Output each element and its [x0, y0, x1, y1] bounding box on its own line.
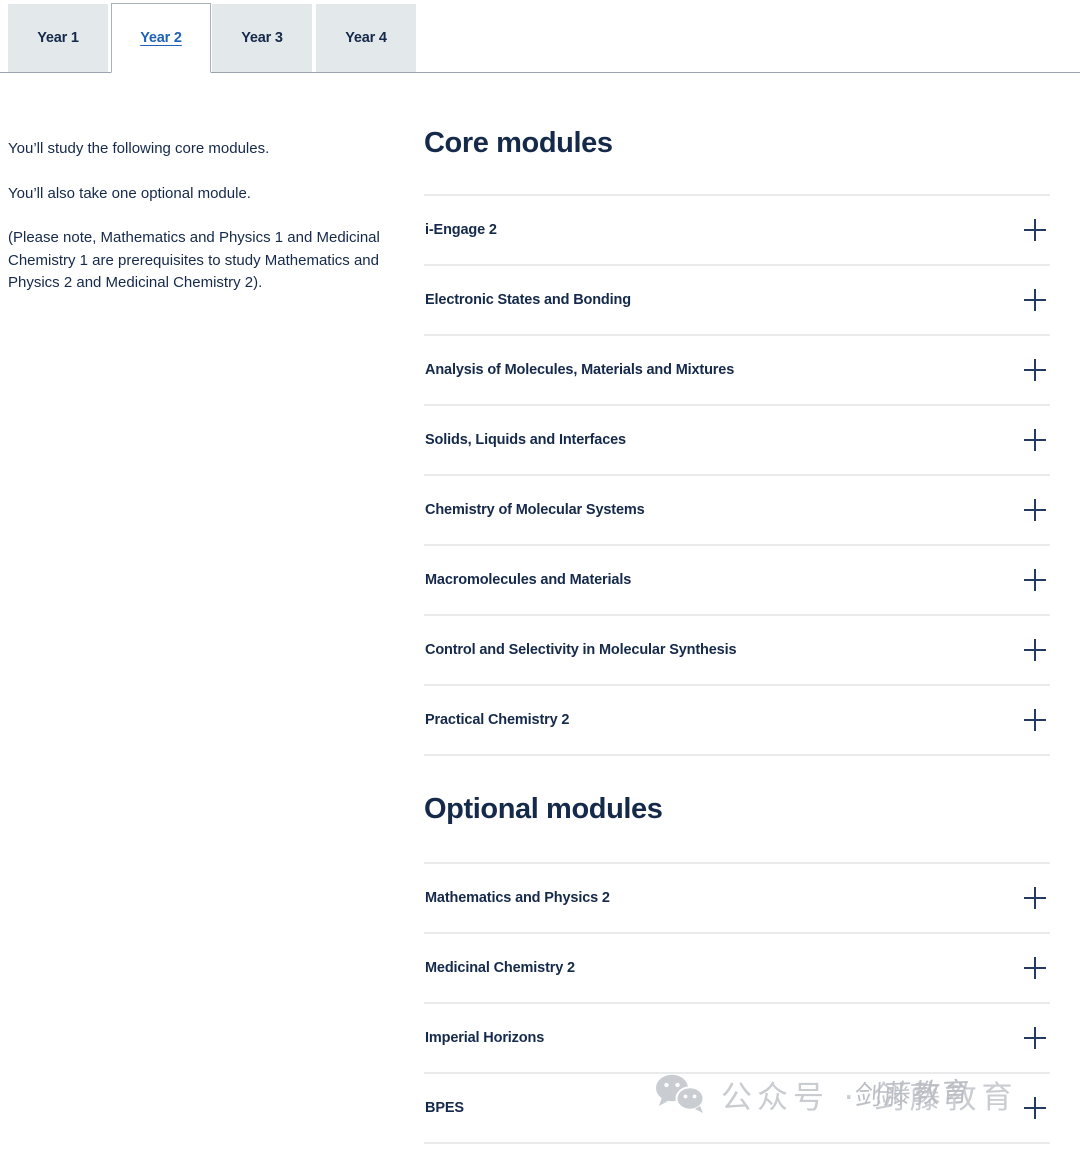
plus-icon[interactable]	[1024, 219, 1046, 241]
module-row-bpes[interactable]: BPES	[424, 1074, 1050, 1144]
module-row-control-and-selectivity-in-molecular-synthesis[interactable]: Control and Selectivity in Molecular Syn…	[424, 616, 1050, 686]
module-row-electronic-states-and-bonding[interactable]: Electronic States and Bonding	[424, 266, 1050, 336]
plus-icon[interactable]	[1024, 429, 1046, 451]
module-row-imperial-horizons[interactable]: Imperial Horizons	[424, 1004, 1050, 1074]
module-title: Analysis of Molecules, Materials and Mix…	[425, 362, 735, 378]
year-tab-bar: Year 1 Year 2 Year 3 Year 4	[0, 0, 1080, 74]
module-row-macromolecules-and-materials[interactable]: Macromolecules and Materials	[424, 546, 1050, 616]
module-title: Mathematics and Physics 2	[425, 890, 610, 906]
tab-year-2-label: Year 2	[140, 30, 182, 46]
plus-icon[interactable]	[1024, 887, 1046, 909]
module-title: Chemistry of Molecular Systems	[425, 502, 645, 518]
intro-paragraph-1: You’ll study the following core modules.	[8, 140, 270, 157]
tab-year-4[interactable]: Year 4	[316, 4, 416, 72]
module-title: Macromolecules and Materials	[425, 572, 632, 588]
tab-year-3-label: Year 3	[241, 30, 283, 46]
tab-year-2[interactable]: Year 2	[111, 3, 211, 73]
module-title: Practical Chemistry 2	[425, 712, 570, 728]
module-row-i-engage-2[interactable]: i-Engage 2	[424, 196, 1050, 266]
module-row-analysis-of-molecules-materials-and-mixtures[interactable]: Analysis of Molecules, Materials and Mix…	[424, 336, 1050, 406]
plus-icon[interactable]	[1024, 639, 1046, 661]
module-title: Imperial Horizons	[425, 1030, 545, 1046]
plus-icon[interactable]	[1024, 1027, 1046, 1049]
plus-icon[interactable]	[1024, 289, 1046, 311]
module-row-medicinal-chemistry-2[interactable]: Medicinal Chemistry 2	[424, 934, 1050, 1004]
tab-year-4-label: Year 4	[345, 30, 387, 46]
plus-icon[interactable]	[1024, 957, 1046, 979]
module-title: Solids, Liquids and Interfaces	[425, 432, 626, 448]
intro-paragraph-2: You’ll also take one optional module.	[8, 184, 251, 202]
module-row-chemistry-of-molecular-systems[interactable]: Chemistry of Molecular Systems	[424, 476, 1050, 546]
plus-icon[interactable]	[1024, 709, 1046, 731]
module-title: i-Engage 2	[425, 222, 497, 238]
plus-icon[interactable]	[1024, 1097, 1046, 1119]
tab-year-3[interactable]: Year 3	[212, 4, 312, 72]
intro-paragraph-3: (Please note, Mathematics and Physics 1 …	[8, 229, 380, 291]
plus-icon[interactable]	[1024, 359, 1046, 381]
module-row-mathematics-and-physics-2[interactable]: Mathematics and Physics 2	[424, 864, 1050, 934]
core-modules-heading: Core modules	[424, 127, 613, 159]
intro-text-column: You’ll study the following core modules.…	[8, 138, 386, 295]
modules-column: Core modules i-Engage 2 Electronic State…	[424, 126, 1050, 1144]
optional-modules-heading: Optional modules	[424, 793, 663, 825]
module-title: Medicinal Chemistry 2	[425, 960, 575, 976]
module-title: Electronic States and Bonding	[425, 292, 631, 308]
module-title: BPES	[425, 1100, 464, 1116]
core-modules-accordion: i-Engage 2 Electronic States and Bonding…	[424, 194, 1050, 756]
module-row-practical-chemistry-2[interactable]: Practical Chemistry 2	[424, 686, 1050, 756]
tab-year-1-label: Year 1	[37, 30, 79, 46]
tab-year-1[interactable]: Year 1	[8, 4, 108, 72]
optional-modules-accordion: Mathematics and Physics 2 Medicinal Chem…	[424, 862, 1050, 1144]
plus-icon[interactable]	[1024, 569, 1046, 591]
module-row-solids-liquids-and-interfaces[interactable]: Solids, Liquids and Interfaces	[424, 406, 1050, 476]
module-title: Control and Selectivity in Molecular Syn…	[425, 642, 737, 658]
plus-icon[interactable]	[1024, 499, 1046, 521]
